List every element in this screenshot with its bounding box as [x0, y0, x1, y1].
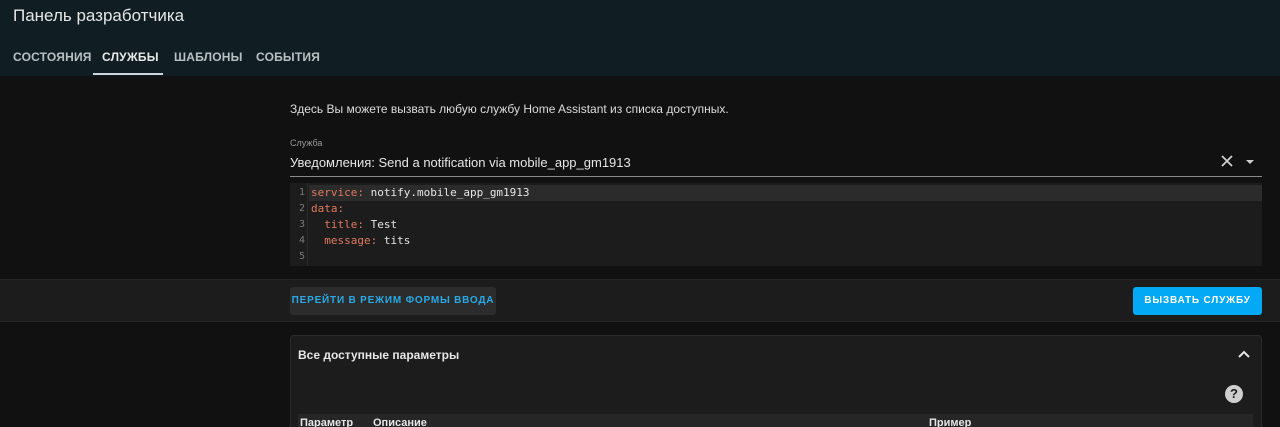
column-header-parameter: Параметр	[300, 417, 354, 427]
service-field-label: Служба	[290, 138, 323, 148]
yaml-editor[interactable]: 1 service: notify.mobile_app_gm1913 2 da…	[290, 183, 1262, 266]
yaml-key: message:	[324, 234, 378, 247]
yaml-key: data:	[311, 202, 345, 215]
line-number: 3	[298, 219, 305, 230]
tab-events[interactable]: СОБЫТИЯ	[256, 50, 320, 64]
tab-services[interactable]: СЛУЖБЫ	[102, 50, 159, 64]
caret-down-icon[interactable]	[1243, 157, 1257, 167]
action-bar	[0, 279, 1280, 322]
intro-text: Здесь Вы можете вызвать любую службу Hom…	[290, 102, 729, 116]
params-panel-title[interactable]: Все доступные параметры	[298, 348, 459, 362]
active-tab-indicator	[93, 73, 163, 75]
chevron-up-icon[interactable]	[1237, 349, 1251, 359]
tab-templates[interactable]: ШАБЛОНЫ	[174, 50, 243, 64]
line-number: 1	[298, 187, 305, 198]
code-line[interactable]: data:	[311, 202, 344, 215]
column-header-example: Пример	[929, 417, 972, 427]
params-table-header	[298, 414, 1253, 427]
call-service-button[interactable]: ВЫЗВАТЬ СЛУЖБУ	[1133, 287, 1262, 315]
page-title: Панель разработчика	[13, 6, 185, 25]
yaml-value: notify.mobile_app_gm1913	[363, 186, 530, 199]
yaml-key: service:	[311, 186, 364, 199]
line-number: 4	[298, 235, 305, 246]
line-number: 5	[298, 251, 305, 262]
close-icon[interactable]	[1218, 152, 1236, 170]
form-mode-button[interactable]: ПЕРЕЙТИ В РЕЖИМ ФОРМЫ ВВОДА	[290, 287, 496, 315]
yaml-value: Test	[364, 218, 398, 231]
top-app-bar: Панель разработчика СОСТОЯНИЯ СЛУЖБЫ ШАБ…	[0, 0, 1280, 76]
line-number: 2	[298, 203, 305, 214]
tab-states[interactable]: СОСТОЯНИЯ	[13, 50, 92, 64]
code-line[interactable]: message: tits	[311, 234, 410, 247]
help-circle-icon[interactable]: ?	[1225, 385, 1243, 403]
column-header-description: Описание	[373, 417, 427, 427]
yaml-value: tits	[377, 234, 411, 247]
code-line[interactable]: title: Test	[311, 218, 397, 231]
service-picker-input[interactable]: Уведомления: Send a notification via mob…	[290, 155, 631, 170]
service-field-underline	[290, 176, 1262, 177]
code-line[interactable]: service: notify.mobile_app_gm1913	[311, 186, 530, 199]
yaml-key: title:	[324, 218, 364, 231]
